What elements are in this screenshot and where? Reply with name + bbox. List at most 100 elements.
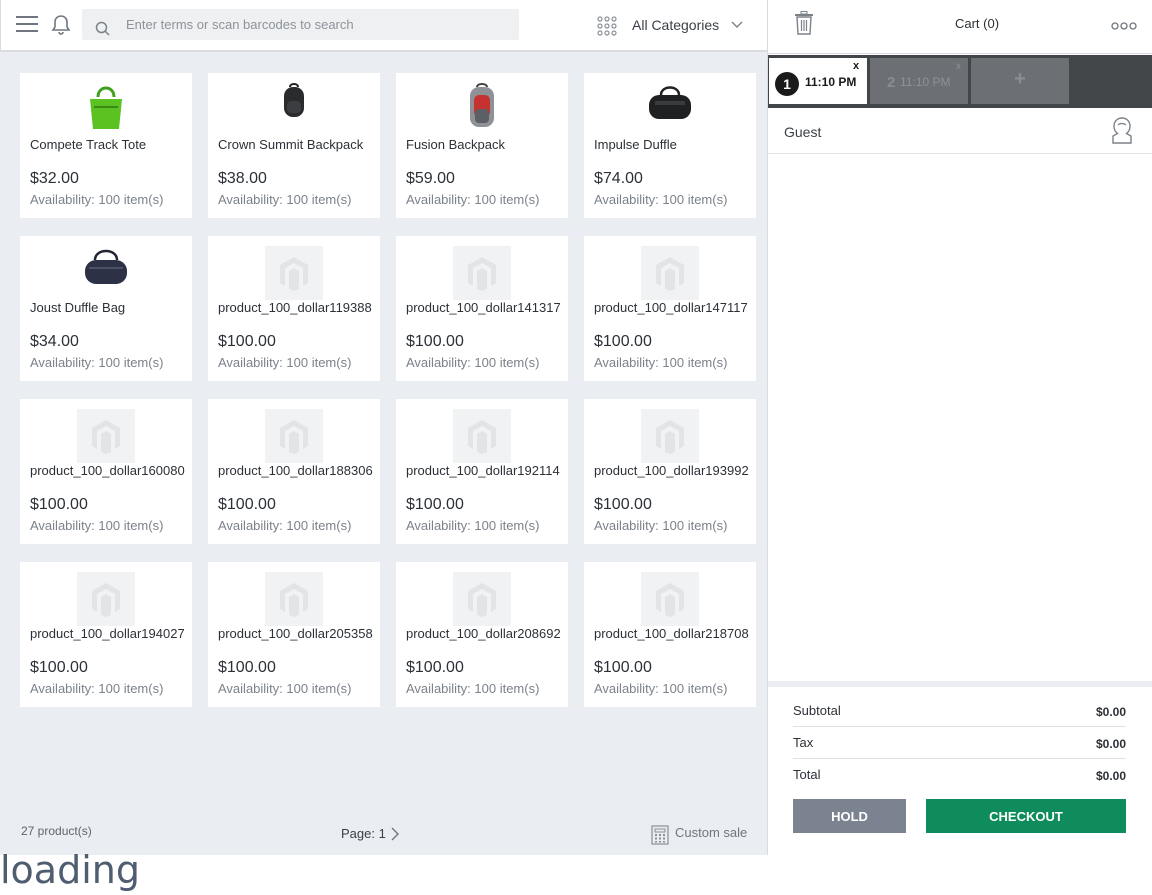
product-image (20, 572, 192, 626)
product-name: product_100_dollar193992 (594, 463, 749, 478)
notification-bell-icon[interactable] (49, 13, 73, 37)
product-image (208, 83, 380, 137)
customer-row[interactable]: Guest (768, 108, 1152, 154)
product-name: product_100_dollar192114 (406, 463, 560, 478)
order-tabs: 1 11:10 PM x 2 11:10 PM x + (768, 55, 1152, 108)
cart-panel: Cart (0) 1 11:10 PM x 2 11:10 PM x + Gue… (768, 0, 1152, 855)
chevron-down-icon[interactable] (731, 21, 743, 29)
product-availability: Availability: 100 item(s) (594, 355, 728, 370)
product-availability: Availability: 100 item(s) (594, 681, 728, 696)
divider (768, 681, 1152, 687)
product-image (396, 572, 568, 626)
product-card[interactable]: product_100_dollar192114 $100.00 Availabil… (396, 399, 568, 544)
product-image (584, 409, 756, 463)
subtotal-row: Subtotal $0.00 (793, 695, 1126, 727)
product-card[interactable]: product_100_dollar194027 $100.00 Availabil… (20, 562, 192, 707)
calculator-icon (651, 825, 669, 845)
categories-grid-icon[interactable] (597, 16, 617, 36)
product-card[interactable]: product_100_dollar205358 $100.00 Availabil… (208, 562, 380, 707)
subtotal-value: $0.00 (1095, 705, 1126, 719)
product-availability: Availability: 100 item(s) (30, 681, 164, 696)
product-card[interactable]: product_100_dollar147117 $100.00 Availabil… (584, 236, 756, 381)
tab-time: 11:10 PM (900, 75, 951, 89)
tax-label: Tax (793, 735, 814, 750)
product-card[interactable]: product_100_dollar208692 $100.00 Availabil… (396, 562, 568, 707)
product-image (584, 572, 756, 626)
product-name: product_100_dollar160080 (30, 463, 185, 478)
loading-text: loading (0, 848, 140, 892)
total-label: Total (793, 767, 821, 782)
more-options-icon[interactable] (1111, 21, 1137, 31)
product-name: product_100_dollar141317 (406, 300, 561, 315)
product-price: $100.00 (406, 333, 464, 350)
product-price: $100.00 (594, 659, 652, 676)
custom-sale-button[interactable]: Custom sale (651, 825, 748, 845)
hold-button[interactable]: HOLD (793, 799, 906, 833)
product-availability: Availability: 100 item(s) (218, 355, 352, 370)
product-card[interactable]: Joust Duffle Bag $34.00 Availability: 100 … (20, 236, 192, 381)
product-availability: Availability: 100 item(s) (406, 192, 540, 207)
product-price: $100.00 (30, 659, 88, 676)
product-image (208, 246, 380, 300)
product-card[interactable]: product_100_dollar188306 $100.00 Availabil… (208, 399, 380, 544)
product-card[interactable]: Fusion Backpack $59.00 Availability: 100 i… (396, 73, 568, 218)
product-price: $38.00 (218, 170, 267, 187)
product-price: $100.00 (594, 333, 652, 350)
subtotal-label: Subtotal (793, 703, 841, 718)
cart-totals: Subtotal $0.00 Tax $0.00 Total $0.00 (793, 695, 1126, 791)
product-count: 27 product(s) (21, 824, 92, 838)
product-card[interactable]: product_100_dollar193992 $100.00 Availabil… (584, 399, 756, 544)
checkout-button[interactable]: CHECKOUT (926, 799, 1126, 833)
search-icon (95, 21, 110, 36)
cart-header: Cart (0) (768, 0, 1152, 54)
product-name: product_100_dollar208692 (406, 626, 561, 641)
product-card[interactable]: product_100_dollar141317 $100.00 Availabil… (396, 236, 568, 381)
hamburger-menu-icon[interactable] (16, 16, 38, 34)
close-tab-icon[interactable]: x (956, 61, 961, 72)
order-tab-1[interactable]: 1 11:10 PM x (769, 58, 867, 104)
product-card[interactable]: product_100_dollar218708 $100.00 Availabil… (584, 562, 756, 707)
cart-title: Cart (0) (954, 16, 1000, 31)
product-card[interactable]: Impulse Duffle $74.00 Availability: 100 it… (584, 73, 756, 218)
product-card[interactable]: Compete Track Tote $32.00 Availability: 10… (20, 73, 192, 218)
search-input[interactable] (126, 9, 511, 40)
product-name: product_100_dollar194027 (30, 626, 185, 641)
product-name: product_100_dollar218708 (594, 626, 749, 641)
product-price: $32.00 (30, 170, 79, 187)
product-name: Crown Summit Backpack (218, 137, 364, 152)
product-price: $100.00 (406, 496, 464, 513)
product-availability: Availability: 100 item(s) (406, 681, 540, 696)
product-image (20, 83, 192, 137)
product-availability: Availability: 100 item(s) (594, 192, 728, 207)
page-indicator: Page: 1 (341, 826, 386, 841)
product-card[interactable]: Crown Summit Backpack $38.00 Availability:… (208, 73, 380, 218)
close-tab-icon[interactable]: x (853, 60, 859, 72)
product-image (396, 409, 568, 463)
product-availability: Availability: 100 item(s) (30, 192, 164, 207)
order-tab-2[interactable]: 2 11:10 PM x (870, 58, 968, 104)
product-price: $59.00 (406, 170, 455, 187)
product-name: product_100_dollar188306 (218, 463, 373, 478)
product-name: Impulse Duffle (594, 137, 677, 152)
product-name: Fusion Backpack (406, 137, 505, 152)
product-card[interactable]: product_100_dollar119388 $100.00 Availabil… (208, 236, 380, 381)
product-price: $100.00 (218, 496, 276, 513)
total-value: $0.00 (1095, 769, 1126, 783)
top-bar: All Categories (0, 0, 767, 52)
next-page-icon[interactable] (390, 827, 400, 841)
product-availability: Availability: 100 item(s) (406, 355, 540, 370)
plus-icon: + (1014, 68, 1026, 90)
product-availability: Availability: 100 item(s) (594, 518, 728, 533)
custom-sale-label: Custom sale (675, 825, 748, 840)
tax-row: Tax $0.00 (793, 727, 1126, 759)
product-availability: Availability: 100 item(s) (218, 681, 352, 696)
add-order-tab-button[interactable]: + (971, 58, 1069, 104)
product-price: $100.00 (406, 659, 464, 676)
category-select[interactable]: All Categories (632, 17, 719, 33)
user-icon[interactable] (1109, 116, 1135, 144)
product-image (208, 409, 380, 463)
product-availability: Availability: 100 item(s) (30, 355, 164, 370)
product-price: $100.00 (218, 333, 276, 350)
product-name: product_100_dollar147117 (594, 300, 748, 315)
product-card[interactable]: product_100_dollar160080 $100.00 Availabil… (20, 399, 192, 544)
